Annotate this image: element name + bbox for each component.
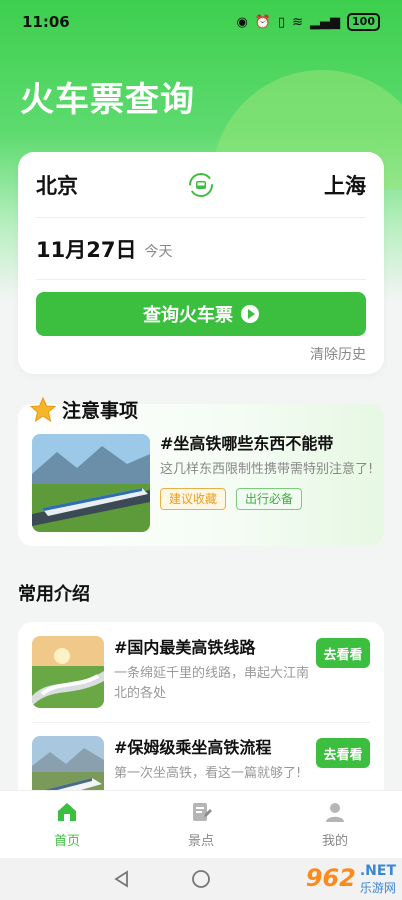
wifi-icon: ≋: [292, 14, 304, 30]
star-icon: [30, 396, 56, 422]
city-row: 北京 上海: [36, 152, 366, 218]
tab-attractions[interactable]: 景点: [134, 791, 268, 858]
tab-home[interactable]: 首页: [0, 791, 134, 858]
section-title-intro: 常用介绍: [18, 584, 90, 605]
status-icons: ◉ ⏰ ▯ ≋ ▂▄▆ 100: [236, 13, 380, 31]
list-item-text: #保姆级乘坐高铁流程 第一次坐高铁，看这一篇就够了!: [114, 738, 314, 784]
play-icon: [241, 305, 259, 323]
list-item[interactable]: #国内最美高铁线路 一条绵延千里的线路，串起大江南北的各处 去看看: [18, 622, 384, 723]
site-watermark: 962 .NET 乐游网: [306, 860, 396, 896]
watermark-net: .NET: [359, 863, 396, 879]
search-button-label: 查询火车票: [143, 305, 233, 326]
battery-icon: 100: [347, 13, 380, 31]
list-item-title: #保姆级乘坐高铁流程: [114, 738, 272, 757]
signal-icon: ▂▄▆: [310, 14, 341, 30]
to-city[interactable]: 上海: [324, 170, 366, 200]
list-item-desc: 一条绵延千里的线路，串起大江南北的各处: [114, 666, 310, 701]
list-item-desc: 第一次坐高铁，看这一篇就够了!: [114, 766, 302, 781]
clear-history-link[interactable]: 清除历史: [36, 344, 366, 364]
home-icon: [58, 803, 76, 821]
from-city[interactable]: 北京: [36, 170, 78, 200]
train-landscape-image: [32, 434, 150, 532]
notice-header: 注意事项: [30, 396, 138, 423]
notice-article: #坐高铁哪些东西不能带 这几样东西限制性携带需特别注意了! 建议收藏 出行必备: [160, 434, 374, 510]
notice-tags: 建议收藏 出行必备: [160, 488, 374, 510]
tab-home-label: 首页: [53, 834, 80, 849]
home-circle-icon[interactable]: [191, 869, 211, 889]
view-button[interactable]: 去看看: [316, 738, 370, 768]
notice-article-desc: 这几样东西限制性携带需特别注意了!: [160, 462, 374, 477]
tab-attractions-label: 景点: [187, 834, 214, 849]
vibrate-icon: ▯: [277, 14, 286, 30]
notice-title: 注意事项: [62, 400, 139, 422]
status-time: 11:06: [22, 13, 70, 31]
scenic-railway-thumbnail: [32, 636, 104, 708]
swap-train-icon[interactable]: [187, 171, 215, 199]
watermark-name: 乐游网: [359, 881, 396, 895]
travel-date: 11月27日: [36, 237, 137, 262]
search-tickets-button[interactable]: 查询火车票: [36, 292, 366, 336]
watermark-number: 962: [305, 864, 356, 892]
list-item-text: #国内最美高铁线路 一条绵延千里的线路，串起大江南北的各处: [114, 638, 314, 704]
alarm-icon: ⏰: [254, 14, 271, 30]
date-today-label: 今天: [144, 243, 173, 260]
notice-card[interactable]: 注意事项 #坐高铁哪些东西不能带 这几样东西限制性携带需特别注意了! 建议收藏 …: [18, 396, 384, 546]
edit-doc-icon: [193, 803, 212, 821]
view-button[interactable]: 去看看: [316, 638, 370, 668]
eye-icon: ◉: [236, 14, 248, 30]
tab-profile[interactable]: 我的: [268, 791, 402, 858]
page-title: 火车票查询: [20, 80, 195, 120]
tab-profile-label: 我的: [321, 834, 348, 849]
back-icon[interactable]: [113, 870, 131, 888]
date-row[interactable]: 11月27日 今天: [36, 218, 366, 280]
notice-article-title: #坐高铁哪些东西不能带: [160, 434, 334, 453]
user-icon: [326, 803, 344, 822]
watermark-text: .NET 乐游网: [360, 860, 396, 896]
list-item-title: #国内最美高铁线路: [114, 638, 256, 657]
status-bar: 11:06 ◉ ⏰ ▯ ≋ ▂▄▆ 100: [0, 0, 402, 44]
ticket-query-card: 北京 上海 11月27日 今天 查询火车票 清除历史: [18, 152, 384, 374]
bottom-tab-bar: 首页 景点 我的: [0, 790, 402, 858]
tag-bookmark: 建议收藏: [160, 488, 227, 510]
tag-travel-essential: 出行必备: [236, 488, 303, 510]
